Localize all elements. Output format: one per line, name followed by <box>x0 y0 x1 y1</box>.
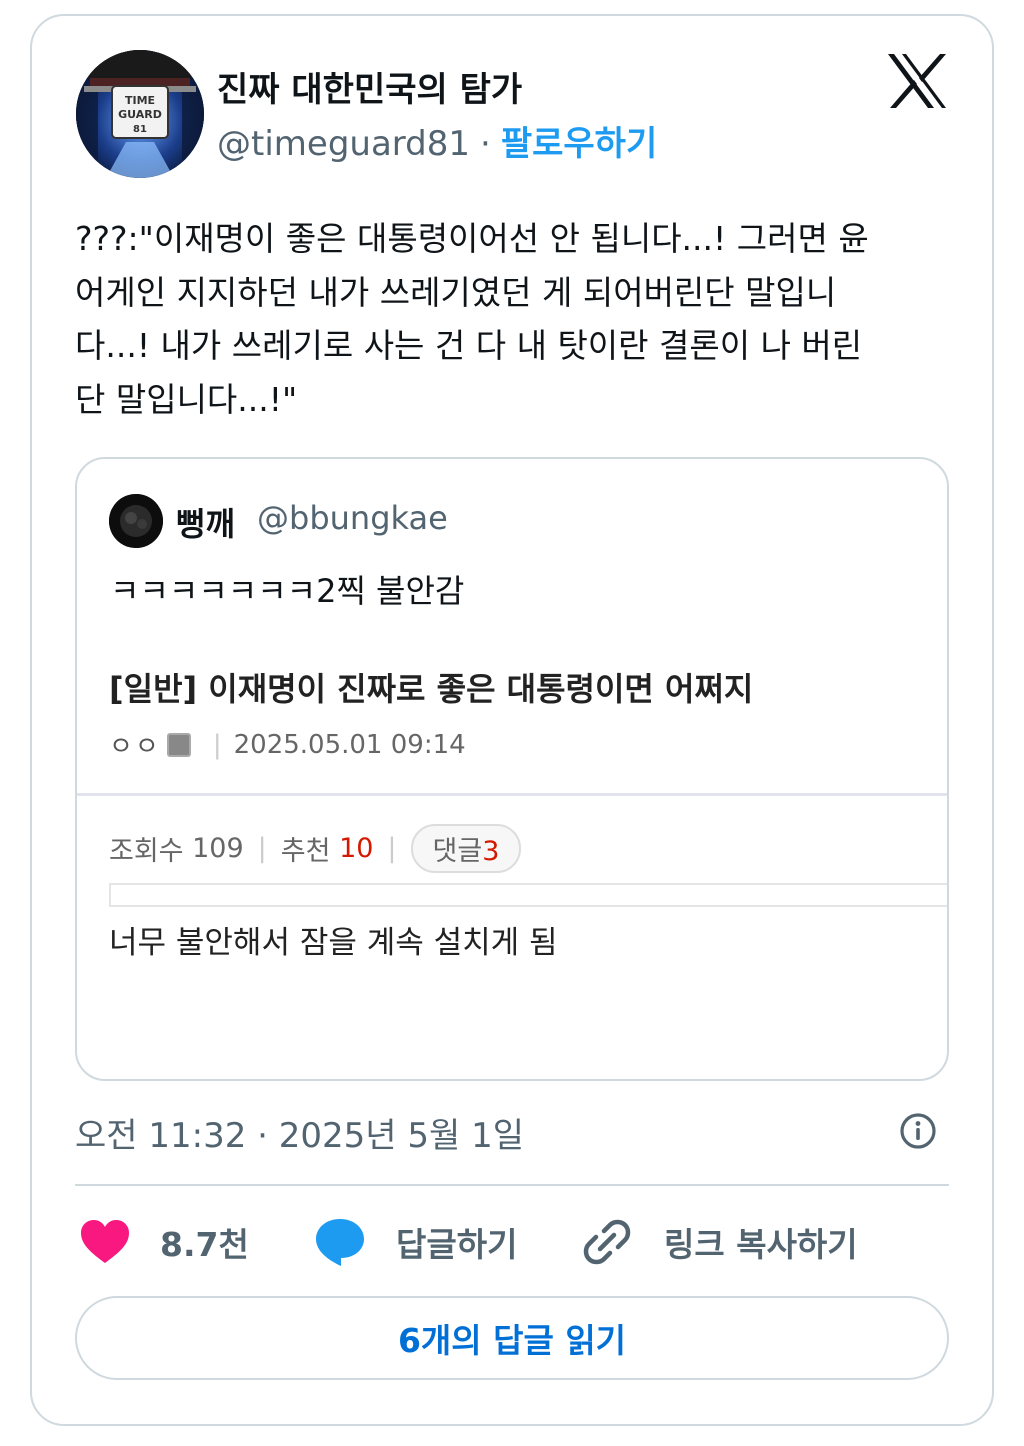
tweet-timestamp[interactable]: 오전 11:32 · 2025년 5월 1일 <box>75 1108 524 1157</box>
separator-dot: · <box>480 124 491 164</box>
reply-button[interactable]: 답글하기 <box>314 1212 517 1272</box>
avatar-text-2: GUARD <box>118 108 162 121</box>
recommend-label: 추천 <box>280 835 331 867</box>
reply-bubble-icon <box>316 1219 364 1266</box>
comments-label: 댓글 <box>432 835 483 867</box>
capture-divider <box>77 793 947 796</box>
section-divider <box>75 1184 949 1186</box>
quote-handle: @bbungkae <box>257 499 448 537</box>
avatar-image: TIME GUARD 81 <box>76 50 204 178</box>
quoted-tweet[interactable]: 뻥깨 @bbungkae ㅋㅋㅋㅋㅋㅋㅋ2찍 불안감 [일반] 이재명이 진짜로… <box>75 457 949 1081</box>
info-icon[interactable] <box>899 1112 937 1150</box>
heart-icon <box>81 1220 129 1263</box>
capture-post-title: [일반] 이재명이 진짜로 좋은 대통령이면 어쩌지 <box>109 670 754 708</box>
x-logo-icon[interactable] <box>886 52 948 110</box>
read-replies-button[interactable]: 6개의 답글 읽기 <box>75 1296 949 1380</box>
follow-button[interactable]: 팔로우하기 <box>501 124 657 164</box>
author-avatar[interactable]: TIME GUARD 81 <box>76 50 204 178</box>
capture-post-body: 너무 불안해서 잠을 계속 설치게 됨 <box>109 925 558 961</box>
like-button[interactable]: 8.7천 <box>80 1212 249 1272</box>
tweet-text: ???:"이재명이 좋은 대통령이어선 안 됩니다...! 그러면 윤 어게인 … <box>75 219 869 419</box>
capture-post-meta: ㅇㅇ | 2025.05.01 09:14 <box>109 726 466 763</box>
quote-avatar-image <box>109 494 163 548</box>
avatar-text-1: TIME <box>125 94 155 107</box>
capture-date: 2025.05.01 09:14 <box>233 729 466 760</box>
avatar-text-3: 81 <box>133 124 147 135</box>
quote-author-avatar <box>109 494 163 548</box>
quote-display-name: 뻥깨 <box>176 505 235 543</box>
copy-link-button[interactable]: 링크 복사하기 <box>582 1212 858 1272</box>
author-display-name[interactable]: 진짜 대한민국의 탐가 <box>217 62 522 111</box>
comments-badge: 댓글3 <box>410 823 522 873</box>
like-count: 8.7천 <box>160 1225 249 1264</box>
user-badge-icon <box>166 732 191 757</box>
stats-divider: | <box>387 832 397 864</box>
comments-count: 3 <box>482 835 500 867</box>
copy-link-label: 링크 복사하기 <box>664 1225 858 1264</box>
capture-content-box <box>109 883 947 907</box>
views-label: 조회수 <box>109 835 184 867</box>
author-handle[interactable]: @timeguard81 <box>217 124 470 164</box>
author-handle-row: @timeguard81 · 팔로우하기 <box>217 116 657 165</box>
views-count: 109 <box>192 832 244 864</box>
meta-divider: | <box>212 729 222 760</box>
capture-author: ㅇㅇ <box>109 732 161 762</box>
capture-stats: 조회수 109 | 추천 10 | 댓글3 <box>109 823 522 873</box>
link-icon <box>583 1219 631 1265</box>
recommend-count: 10 <box>339 832 374 864</box>
reply-label: 답글하기 <box>396 1225 518 1264</box>
quote-text: ㅋㅋㅋㅋㅋㅋㅋ2찍 불안감 <box>110 572 465 610</box>
stats-divider: | <box>257 832 267 864</box>
